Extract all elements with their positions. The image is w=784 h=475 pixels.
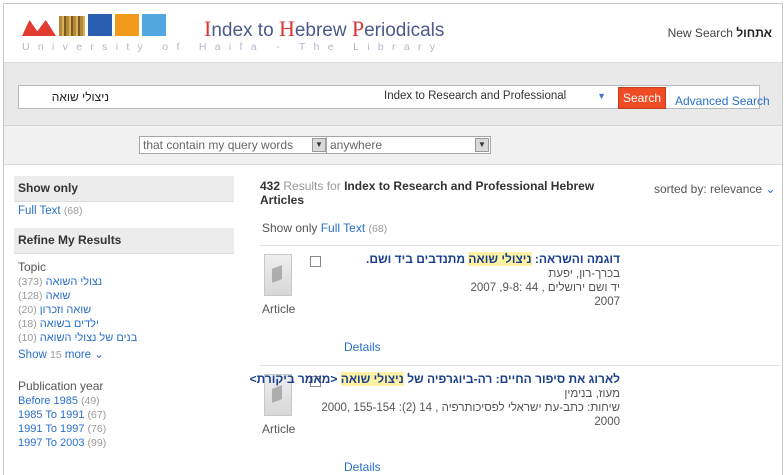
full-text-filter[interactable]: Full Text (68) (14, 202, 234, 220)
article-thumbnail-icon (264, 254, 292, 296)
result-item: Article לארוג את סיפור החיים: רה-ביוגרפי… (250, 365, 780, 475)
show-only-bar: Show only Full Text (68) (262, 221, 388, 235)
advanced-search-link[interactable]: Advanced Search (675, 94, 770, 108)
search-bar: ניצולי שואה Index to Research and Profes… (4, 63, 782, 126)
show-more-topics[interactable]: Show 15 more ⌄ (14, 345, 234, 363)
logo-books-mark (59, 16, 85, 36)
result-source: יד ושם ירושלים , 44 :9-8, 2007 (470, 282, 620, 294)
refine-heading: Refine My Results (14, 228, 234, 254)
university-line: University of Haifa - The Library (22, 41, 444, 53)
year-item[interactable]: 1985 To 1991 (67) (14, 408, 234, 422)
result-item: Article דוגמה והשראה: ניצולי שואה מתנדבי… (260, 245, 780, 361)
result-title-link[interactable]: לארוג את סיפור החיים: רה-ביוגרפיה של ניצ… (250, 372, 620, 386)
topic-item[interactable]: בנים של נצולי השואה (10) (14, 331, 234, 345)
chevron-down-icon: ⌄ (765, 182, 776, 196)
result-source: שיחות: כתב-עת ישראלי לפסיכותרפיה , 14 (2… (321, 402, 620, 414)
result-year: 2007 (594, 296, 620, 308)
search-button[interactable]: Search (618, 87, 666, 109)
result-authors: מעוז, בנימין (564, 388, 620, 400)
logo-blue-square (88, 14, 112, 36)
topic-item[interactable]: שואה וזכרון (20) (14, 303, 234, 317)
year-item[interactable]: 1991 To 1997 (76) (14, 422, 234, 436)
result-type: Article (262, 422, 296, 436)
site-title: Index to Hebrew Periodicals (204, 16, 445, 41)
topic-item[interactable]: נצולי השואה (373) (14, 275, 234, 289)
match-mode-select[interactable]: that contain my query words ▼ (139, 136, 328, 154)
chevron-down-icon: ⌄ (94, 349, 104, 361)
sort-control[interactable]: sorted by: relevance ⌄ (654, 182, 775, 196)
chevron-down-icon: ▼ (597, 91, 606, 101)
page-frame: Index to Hebrew Periodicals University o… (3, 3, 783, 475)
library-logo[interactable] (22, 14, 166, 36)
refine-sidebar: Show only Full Text (68) Refine My Resul… (14, 176, 234, 450)
logo-lightblue-square (142, 14, 166, 36)
search-query-text: ניצולי שואה (51, 90, 109, 104)
site-header: Index to Hebrew Periodicals University o… (4, 4, 782, 63)
topic-item[interactable]: שואה (128) (14, 289, 234, 303)
scope-select[interactable]: anywhere ▼ (326, 136, 491, 154)
details-link[interactable]: Details (344, 460, 381, 474)
full-text-filter-link[interactable]: Full Text (68) (321, 221, 388, 235)
result-title-link[interactable]: דוגמה והשראה: ניצולי שואה מתנדבים ביד וש… (366, 252, 620, 266)
new-search-link[interactable]: New Search אתחול (668, 26, 772, 40)
result-type: Article (262, 302, 296, 316)
dropdown-arrow-icon: ▼ (475, 138, 489, 152)
show-only-heading: Show only (14, 176, 234, 202)
publication-year-heading: Publication year (18, 379, 104, 393)
result-authors: בכרך-רון, יפעת (548, 268, 620, 280)
topic-item[interactable]: ילדים בשואה (18) (14, 317, 234, 331)
dropdown-arrow-icon: ▼ (312, 138, 326, 152)
topic-heading: Topic (18, 260, 47, 274)
logo-red-mark (22, 20, 56, 36)
year-item[interactable]: 1997 To 2003 (99) (14, 436, 234, 450)
select-checkbox[interactable] (310, 256, 321, 267)
details-link[interactable]: Details (344, 340, 381, 354)
filter-bar: that contain my query words ▼ anywhere ▼ (4, 126, 782, 165)
results-summary: 432 Results for Index to Research and Pr… (260, 179, 595, 207)
year-item[interactable]: Before 1985 (49) (14, 394, 234, 408)
result-year: 2000 (594, 416, 620, 428)
results-panel: 432 Results for Index to Research and Pr… (250, 179, 780, 474)
database-select[interactable]: Index to Research and Professional ▼ (378, 85, 614, 107)
logo-orange-square (115, 14, 139, 36)
